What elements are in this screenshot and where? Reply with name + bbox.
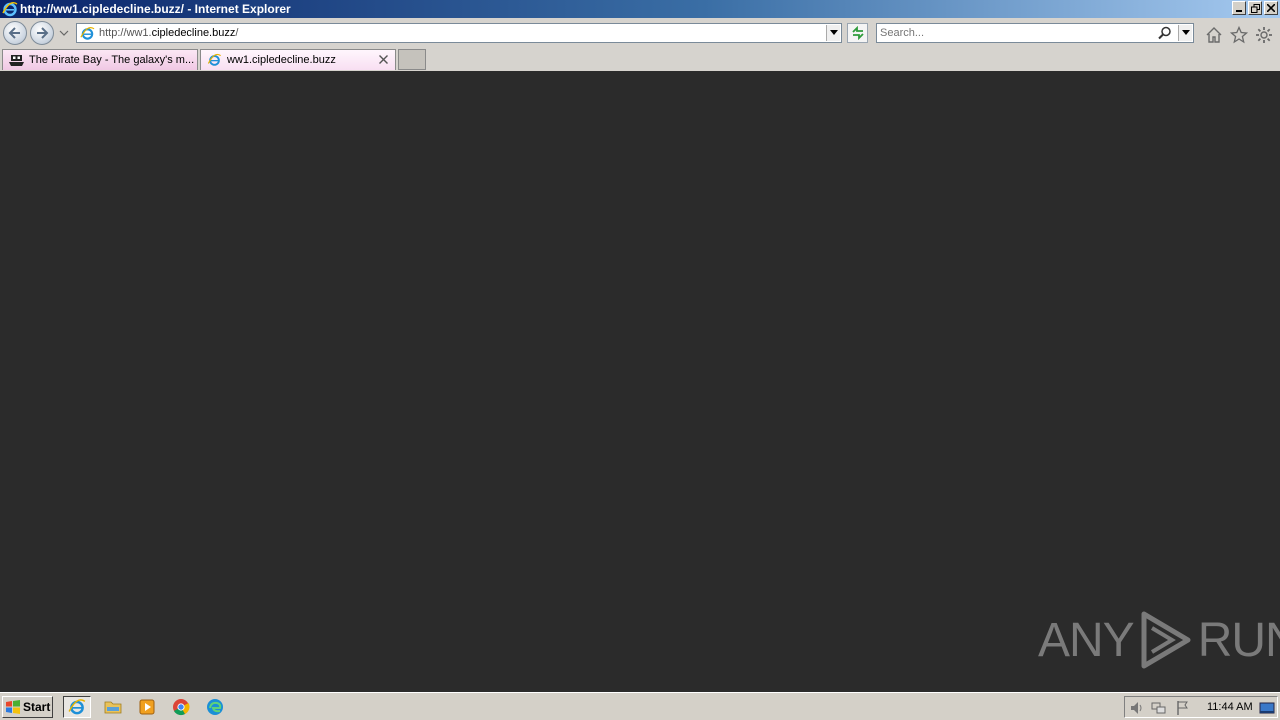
tab-bar: The Pirate Bay - The galaxy's m... ww1.c… — [0, 48, 1280, 71]
edge-icon — [207, 699, 223, 715]
anyrun-watermark: ANY RUN — [1038, 608, 1280, 672]
action-center-flag-icon[interactable] — [1175, 700, 1191, 716]
refresh-icon — [851, 26, 864, 40]
folder-icon — [104, 701, 122, 714]
new-tab-button[interactable] — [398, 49, 426, 70]
compatibility-refresh-button[interactable] — [847, 23, 868, 43]
back-button[interactable] — [3, 21, 27, 45]
search-input[interactable] — [880, 26, 1150, 40]
start-button[interactable]: Start — [2, 696, 53, 718]
recent-pages-chevron-icon[interactable] — [58, 27, 70, 39]
navigation-bar: http://ww1.cipledecline.buzz/ — [0, 18, 1280, 48]
close-window-button[interactable] — [1264, 1, 1278, 15]
page-content — [0, 71, 1280, 692]
watermark-text-right: RUN — [1197, 613, 1280, 667]
network-icon[interactable] — [1151, 700, 1167, 716]
search-dropdown-button[interactable] — [1178, 25, 1192, 41]
window-title: http://ww1.cipledecline.buzz/ - Internet… — [20, 2, 291, 16]
address-url[interactable]: http://ww1.cipledecline.buzz/ — [99, 27, 238, 39]
chevron-down-icon — [1181, 30, 1190, 35]
watermark-text-left: ANY — [1038, 613, 1135, 667]
chrome-icon — [173, 699, 190, 716]
media-player-icon — [139, 699, 155, 715]
ie-icon — [207, 53, 221, 66]
chevron-down-icon — [829, 30, 838, 35]
close-tab-icon[interactable] — [378, 54, 389, 65]
tab-label: The Pirate Bay - The galaxy's m... — [29, 54, 195, 66]
tab-cipledecline[interactable]: ww1.cipledecline.buzz — [200, 49, 396, 70]
ie-page-icon — [80, 26, 95, 40]
windows-flag-icon — [6, 700, 20, 714]
tab-label: ww1.cipledecline.buzz — [227, 54, 336, 66]
taskbar-media-player-button[interactable] — [133, 696, 161, 718]
taskbar-edge-button[interactable] — [201, 696, 229, 718]
show-desktop-icon[interactable] — [1259, 700, 1275, 716]
arrow-right-icon — [37, 27, 49, 39]
title-bar: http://ww1.cipledecline.buzz/ - Internet… — [0, 0, 1280, 18]
minimize-icon — [1236, 10, 1242, 12]
taskbar: Start 11:44 AM — [0, 692, 1280, 720]
arrow-left-icon — [8, 27, 20, 39]
clock: 11:44 AM — [1207, 701, 1253, 713]
tab-pirate-bay[interactable]: The Pirate Bay - The galaxy's m... — [2, 49, 198, 70]
ie-icon — [68, 699, 86, 715]
system-tray: 11:44 AM — [1124, 696, 1278, 718]
close-icon — [1267, 4, 1275, 12]
restore-button[interactable] — [1248, 1, 1262, 15]
taskbar-chrome-button[interactable] — [167, 696, 195, 718]
home-icon[interactable] — [1205, 26, 1223, 44]
search-icon[interactable] — [1158, 26, 1172, 40]
restore-icon — [1250, 3, 1260, 13]
taskbar-explorer-button[interactable] — [99, 696, 127, 718]
start-label: Start — [23, 700, 51, 714]
address-dropdown-button[interactable] — [826, 25, 840, 41]
taskbar-ie-button[interactable] — [63, 696, 91, 718]
gear-icon[interactable] — [1255, 26, 1273, 44]
ie-logo-icon — [2, 1, 18, 17]
address-bar[interactable]: http://ww1.cipledecline.buzz/ — [76, 23, 842, 43]
play-logo-icon — [1141, 611, 1191, 669]
search-box[interactable] — [876, 23, 1194, 43]
pirate-ship-icon — [9, 55, 24, 66]
speaker-icon[interactable] — [1129, 700, 1145, 716]
window-controls — [1232, 1, 1278, 15]
favorites-star-icon[interactable] — [1230, 26, 1248, 44]
forward-button[interactable] — [30, 21, 54, 45]
minimize-button[interactable] — [1232, 1, 1246, 15]
